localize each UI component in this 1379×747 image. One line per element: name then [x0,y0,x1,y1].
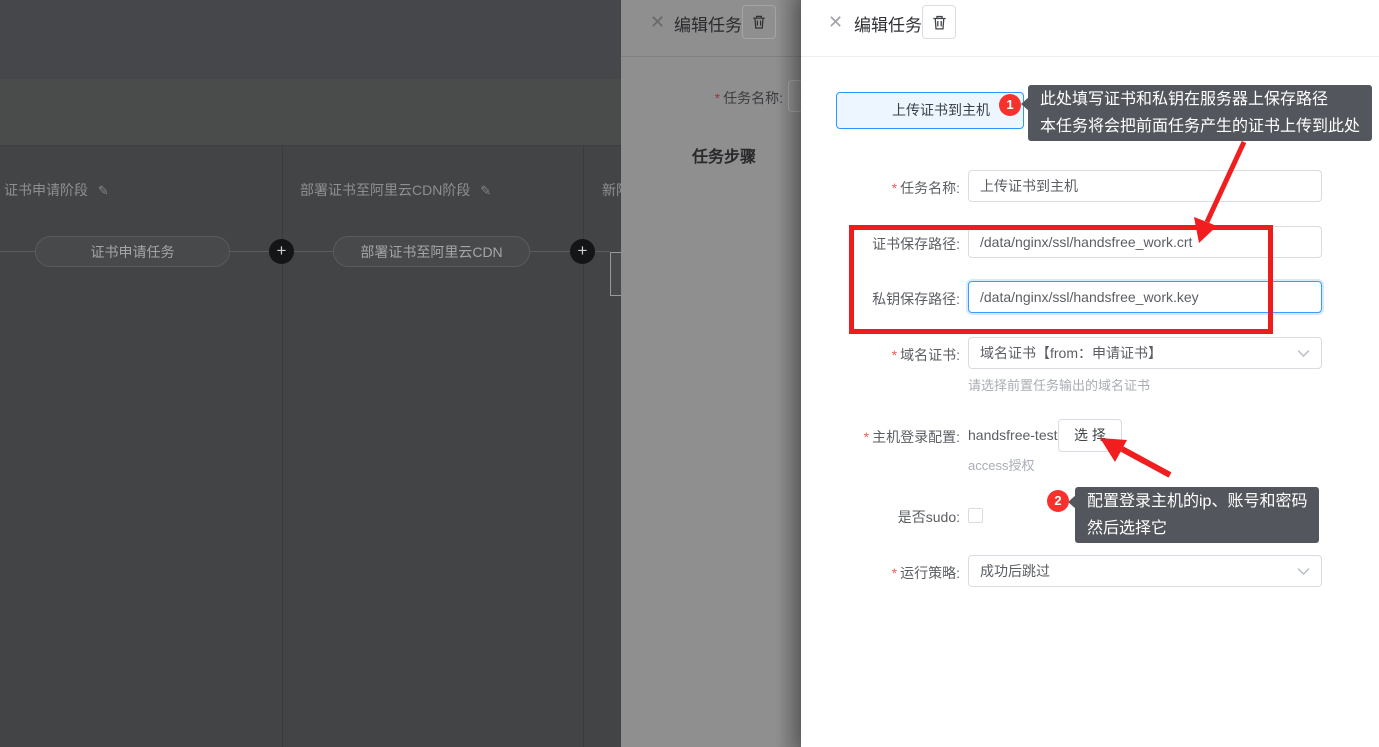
drawer-shadow [775,0,801,747]
delete-task-button[interactable] [742,5,776,39]
drawer-header: ✕ 编辑任务 [621,0,801,56]
sudo-label: 是否sudo: [760,507,960,527]
task-steps-heading: 任务步骤 [692,143,756,167]
host-login-hint: access授权 [968,455,1034,474]
annotation-tooltip-1: 此处填写证书和私钥在服务器上保存路径 本任务将会把前面任务产生的证书上传到此处 [1028,85,1372,141]
cert-path-input[interactable] [968,226,1322,258]
stage-title-1: 证书申请阶段 ✎ [4,180,109,200]
annotation-badge-1: 1 [999,94,1021,116]
connector-line [0,251,35,252]
connector-line [230,251,270,252]
domain-cert-label: *域名证书: [760,345,960,365]
add-task-button[interactable]: + [269,239,294,264]
task-node[interactable]: 部署证书至阿里云CDN [333,236,530,267]
chevron-down-icon [1297,567,1310,576]
drawer-title: 编辑任务 [674,11,742,36]
trash-icon [751,14,767,30]
domain-cert-hint: 请选择前置任务输出的域名证书 [968,375,1150,394]
edit-icon[interactable]: ✎ [98,183,109,198]
task-name-label: *任务名称: [715,88,783,108]
connector-line [294,251,333,252]
edit-icon[interactable]: ✎ [480,183,491,198]
header-divider [621,56,801,57]
trash-icon [931,14,948,31]
close-icon[interactable]: ✕ [828,13,843,31]
task-node[interactable]: 证书申请任务 [35,236,230,267]
connector-line [530,251,570,252]
host-login-label: *主机登录配置: [760,427,960,447]
key-path-label: 私钥保存路径: [760,289,960,309]
annotation-badge-2: 2 [1047,490,1069,512]
chevron-down-icon [1297,349,1310,358]
run-policy-label: *运行策略: [760,563,960,583]
tooltip-arrow [1068,495,1076,509]
stage-divider [282,146,283,747]
drawer-header: ✕ 编辑任务 [801,0,1379,56]
key-path-input[interactable] [968,281,1322,313]
annotation-tooltip-2: 配置登录主机的ip、账号和密码 然后选择它 [1075,487,1319,543]
tooltip-arrow [1021,97,1029,111]
add-task-button[interactable]: + [570,239,595,264]
close-icon[interactable]: ✕ [650,13,665,31]
edit-task-drawer-background: ✕ 编辑任务 *任务名称: 新 任务步骤 [621,0,801,747]
stage-title-2: 部署证书至阿里云CDN阶段 ✎ [300,180,491,200]
host-select-button[interactable]: 选 择 [1058,419,1122,452]
delete-task-button[interactable] [922,5,956,39]
run-policy-select[interactable] [968,555,1322,587]
task-name-input[interactable] [968,170,1322,202]
stage-divider [583,146,584,747]
sudo-checkbox[interactable] [968,508,983,523]
drawer-title: 编辑任务 [854,11,922,36]
header-divider [801,56,1379,57]
task-name-label: *任务名称: [760,178,960,198]
task-type-button[interactable]: 上传证书到主机 [836,92,1024,129]
cert-path-label: 证书保存路径: [760,234,960,254]
domain-cert-select[interactable] [968,337,1322,369]
host-login-value: handsfree-test [968,427,1058,443]
connector-line [595,251,610,252]
